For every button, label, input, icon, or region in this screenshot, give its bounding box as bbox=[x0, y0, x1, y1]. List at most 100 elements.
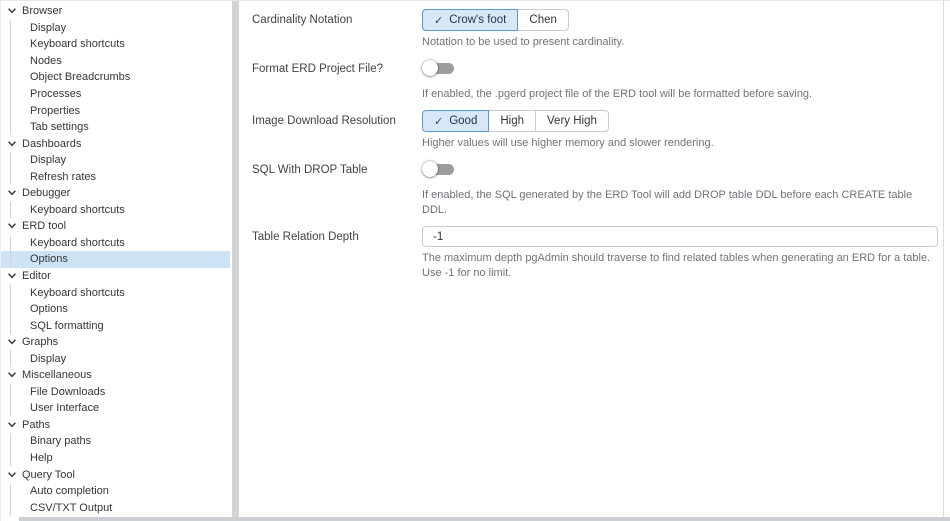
button-label: High bbox=[500, 115, 525, 127]
tree-item-debugger[interactable]: Debugger bbox=[1, 185, 230, 202]
cardinality-option-crows-foot[interactable]: ✓ Crow's foot bbox=[422, 9, 519, 31]
tree-item-display[interactable]: Display bbox=[1, 350, 230, 368]
tree-item-keyboard-shortcuts[interactable]: Keyboard shortcuts bbox=[1, 201, 230, 219]
format-erd-row: Format ERD Project File? If enabled, the… bbox=[252, 58, 938, 102]
tree-item-label: Properties bbox=[30, 104, 81, 117]
tree-item-keyboard-shortcuts[interactable]: Keyboard shortcuts bbox=[1, 36, 230, 53]
chevron-down-icon[interactable] bbox=[7, 188, 21, 198]
tree-item-refresh-rates[interactable]: Refresh rates bbox=[1, 168, 230, 186]
image-resolution-button-group: ✓ Good ✓ High ✓ Very High bbox=[422, 110, 609, 132]
tree-item-label: Refresh rates bbox=[30, 170, 97, 183]
tree-item-label: Options bbox=[30, 253, 68, 266]
sql-drop-label: SQL With DROP Table bbox=[252, 164, 368, 176]
tree-item-processes[interactable]: Processes bbox=[1, 85, 230, 103]
chevron-down-icon[interactable] bbox=[7, 221, 21, 231]
tree-item-erd-tool[interactable]: ERD tool bbox=[1, 218, 230, 235]
erd-options-panel: Cardinality Notation ✓ Crow's foot ✓ Che… bbox=[240, 1, 944, 521]
tree-item-editor[interactable]: Editor bbox=[1, 268, 230, 285]
image-resolution-help-text: Higher values will use higher memory and… bbox=[422, 137, 714, 149]
toggle-knob bbox=[422, 161, 438, 177]
button-label: Chen bbox=[529, 14, 557, 26]
table-relation-depth-input[interactable] bbox=[422, 226, 938, 247]
tree-item-display[interactable]: Display bbox=[1, 151, 230, 169]
tree-item-label: ERD tool bbox=[22, 220, 67, 233]
tree-item-label: Object Breadcrumbs bbox=[30, 71, 131, 84]
splitter-handle[interactable] bbox=[230, 1, 240, 521]
tree-item-file-downloads[interactable]: File Downloads bbox=[1, 383, 230, 401]
tree-item-query-tool[interactable]: Query Tool bbox=[1, 466, 230, 483]
tree-item-label: Dashboards bbox=[22, 137, 82, 150]
image-resolution-option-good[interactable]: ✓ Good bbox=[422, 110, 490, 132]
tree-item-label: Display bbox=[30, 21, 67, 34]
cardinality-option-chen[interactable]: ✓ Chen bbox=[517, 9, 569, 31]
tree-item-label: Display bbox=[30, 154, 67, 167]
tree-items: Browser Display Keyboard shortcuts Nodes Obj… bbox=[1, 3, 230, 516]
check-icon: ✓ bbox=[434, 14, 444, 27]
sql-drop-help-text: If enabled, the SQL generated by the ERD… bbox=[422, 189, 913, 216]
tree-item-paths[interactable]: Paths bbox=[1, 417, 230, 434]
toggle-knob bbox=[422, 60, 438, 76]
tree-item-dashboards[interactable]: Dashboards bbox=[1, 135, 230, 152]
tree-item-display[interactable]: Display bbox=[1, 19, 230, 37]
tree-item-label: Options bbox=[30, 303, 68, 316]
chevron-down-icon[interactable] bbox=[7, 337, 21, 347]
tree-item-label: Display bbox=[30, 352, 67, 365]
cardinality-button-group: ✓ Crow's foot ✓ Chen bbox=[422, 9, 569, 31]
chevron-down-icon[interactable] bbox=[7, 470, 21, 480]
tree-item-label: Keyboard shortcuts bbox=[30, 286, 125, 299]
tree-item-nodes[interactable]: Nodes bbox=[1, 52, 230, 70]
sql-drop-row: SQL With DROP Table If enabled, the SQL … bbox=[252, 159, 938, 218]
format-erd-toggle[interactable] bbox=[422, 60, 455, 76]
sql-drop-toggle[interactable] bbox=[422, 161, 455, 177]
chevron-down-icon[interactable] bbox=[7, 139, 21, 149]
table-relation-depth-help-text: The maximum depth pgAdmin should travers… bbox=[422, 252, 931, 279]
table-relation-depth-label: Table Relation Depth bbox=[252, 231, 359, 243]
chevron-down-icon[interactable] bbox=[7, 370, 21, 380]
button-label: Crow's foot bbox=[449, 14, 507, 26]
chevron-down-icon[interactable] bbox=[7, 420, 21, 430]
table-relation-depth-row: Table Relation Depth The maximum depth p… bbox=[252, 226, 938, 281]
window-bottom-edge bbox=[19, 517, 950, 521]
tree-item-help[interactable]: Help bbox=[1, 449, 230, 467]
button-label: Very High bbox=[547, 115, 597, 127]
tree-item-user-interface[interactable]: User Interface bbox=[1, 400, 230, 417]
tree-item-options[interactable]: Options bbox=[1, 300, 230, 318]
tree-item-properties[interactable]: Properties bbox=[1, 102, 230, 119]
tree-item-keyboard-shortcuts[interactable]: Keyboard shortcuts bbox=[1, 284, 230, 301]
tree-item-csv-txt-output[interactable]: CSV/TXT Output bbox=[1, 499, 230, 516]
tree-item-options[interactable]: Options bbox=[1, 251, 230, 268]
tree-item-label: Nodes bbox=[30, 54, 62, 67]
preferences-dialog: Browser Display Keyboard shortcuts Nodes Obj… bbox=[0, 0, 950, 521]
tree-item-keyboard-shortcuts[interactable]: Keyboard shortcuts bbox=[1, 234, 230, 252]
preferences-tree: Browser Display Keyboard shortcuts Nodes Obj… bbox=[1, 1, 230, 521]
tree-item-browser[interactable]: Browser bbox=[1, 3, 230, 20]
right-gutter bbox=[944, 1, 950, 521]
image-resolution-option-very-high[interactable]: ✓ Very High bbox=[535, 110, 609, 132]
tree-item-binary-paths[interactable]: Binary paths bbox=[1, 433, 230, 450]
tree-item-tab-settings[interactable]: Tab settings bbox=[1, 118, 230, 136]
cardinality-notation-row: Cardinality Notation ✓ Crow's foot ✓ Che… bbox=[252, 9, 938, 50]
button-label: Good bbox=[449, 115, 478, 127]
tree-item-graphs[interactable]: Graphs bbox=[1, 334, 230, 351]
format-erd-help-text: If enabled, the .pgerd project file of t… bbox=[422, 88, 813, 100]
cardinality-help-text: Notation to be used to present cardinali… bbox=[422, 36, 625, 48]
tree-item-auto-completion[interactable]: Auto completion bbox=[1, 482, 230, 500]
tree-item-miscellaneous[interactable]: Miscellaneous bbox=[1, 367, 230, 384]
tree-item-label: Debugger bbox=[22, 187, 71, 200]
tree-item-label: Query Tool bbox=[22, 468, 75, 481]
image-resolution-option-high[interactable]: ✓ High bbox=[488, 110, 537, 132]
tree-item-sql-formatting[interactable]: SQL formatting bbox=[1, 317, 230, 334]
chevron-down-icon[interactable] bbox=[7, 271, 21, 281]
tree-item-object-breadcrumbs[interactable]: Object Breadcrumbs bbox=[1, 69, 230, 86]
tree-item-label: CSV/TXT Output bbox=[30, 501, 113, 514]
format-erd-label: Format ERD Project File? bbox=[252, 63, 384, 75]
tree-item-label: Binary paths bbox=[30, 435, 92, 448]
tree-item-label: Miscellaneous bbox=[22, 369, 92, 382]
chevron-down-icon[interactable] bbox=[7, 6, 21, 16]
tree-item-label: Editor bbox=[22, 270, 51, 283]
tree-item-label: Auto completion bbox=[30, 485, 109, 498]
tree-item-label: Processes bbox=[30, 88, 82, 100]
tree-item-label: SQL formatting bbox=[30, 319, 104, 332]
tree-item-label: File Downloads bbox=[30, 385, 106, 398]
tree-item-label: Browser bbox=[22, 5, 63, 18]
